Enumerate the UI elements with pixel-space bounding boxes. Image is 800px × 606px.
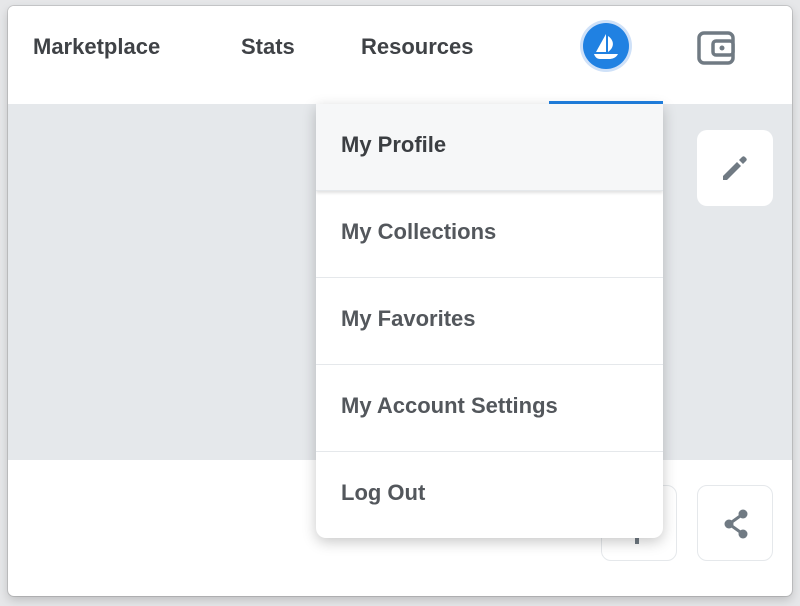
menu-item-my-profile[interactable]: My Profile <box>316 104 663 191</box>
menu-item-log-out[interactable]: Log Out <box>316 452 663 538</box>
account-dropdown-menu: My Profile My Collections My Favorites M… <box>316 104 663 538</box>
menu-item-my-collections[interactable]: My Collections <box>316 191 663 278</box>
menu-item-label: My Account Settings <box>341 393 558 418</box>
wallet-icon[interactable] <box>696 28 736 68</box>
browser-window: Marketplace Stats Resources My Profile M… <box>8 6 792 596</box>
share-icon <box>724 509 748 539</box>
menu-item-my-favorites[interactable]: My Favorites <box>316 278 663 365</box>
menu-item-account-settings[interactable]: My Account Settings <box>316 365 663 452</box>
menu-item-label: My Favorites <box>341 306 476 331</box>
nav-stats[interactable]: Stats <box>241 34 295 60</box>
account-menu-tab[interactable] <box>549 6 663 104</box>
nav-resources[interactable]: Resources <box>361 34 474 60</box>
menu-item-label: Log Out <box>341 480 426 505</box>
top-navbar: Marketplace Stats Resources <box>8 6 792 104</box>
menu-item-label: My Collections <box>341 219 497 244</box>
nav-marketplace[interactable]: Marketplace <box>33 34 160 60</box>
share-button[interactable] <box>697 485 773 561</box>
menu-item-label: My Profile <box>341 132 447 157</box>
opensea-boat-icon <box>583 23 629 69</box>
edit-profile-button[interactable] <box>697 130 773 206</box>
partial-icon <box>635 538 639 544</box>
pencil-icon <box>723 156 747 180</box>
